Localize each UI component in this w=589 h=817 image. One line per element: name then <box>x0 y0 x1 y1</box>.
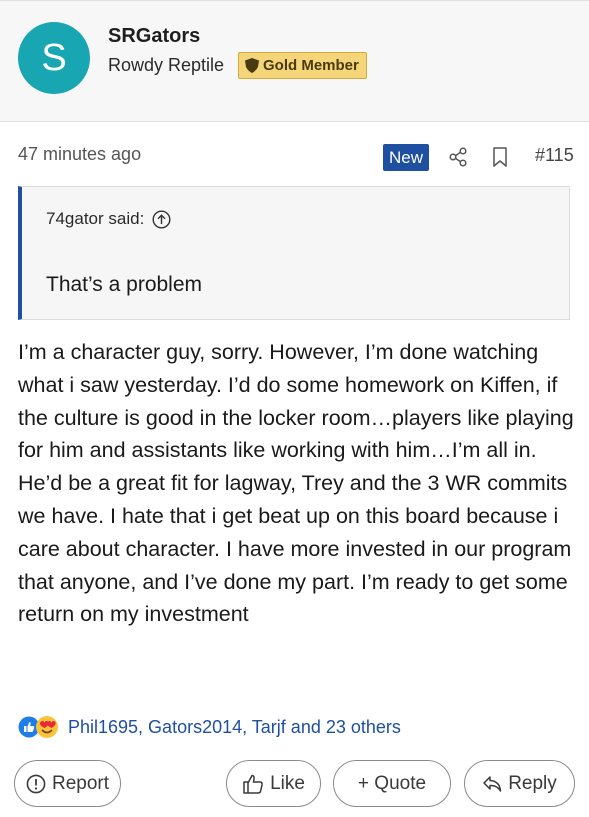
thumbs-up-icon <box>243 774 263 794</box>
arrow-up-circle-icon[interactable] <box>152 209 171 229</box>
alert-circle-icon <box>26 774 46 793</box>
quote-attribution[interactable]: 74gator said: <box>46 209 171 229</box>
gold-member-badge: Gold Member <box>238 52 367 79</box>
quote-author[interactable]: 74gator said: <box>46 209 144 229</box>
like-button[interactable]: Like <box>226 760 321 807</box>
avatar[interactable]: S <box>18 22 90 94</box>
reply-arrow-icon <box>483 775 502 792</box>
reaction-summary-link[interactable]: Phil1695, Gators2014, Tarjf and 23 other… <box>68 717 401 738</box>
quote-label: + Quote <box>357 772 427 794</box>
post-number-link[interactable]: #115 <box>535 145 574 166</box>
quote-block: 74gator said: That’s a problem <box>18 186 570 320</box>
new-badge: New <box>383 144 430 171</box>
bookmark-icon[interactable] <box>492 147 508 167</box>
report-label: Report <box>51 772 110 794</box>
share-icon[interactable] <box>448 147 468 167</box>
love-reaction-icon <box>36 716 58 738</box>
quote-text: That’s a problem <box>46 273 203 296</box>
reactions-bar[interactable]: Phil1695, Gators2014, Tarjf and 23 other… <box>18 712 401 742</box>
like-label: Like <box>270 772 305 794</box>
reaction-icons <box>18 714 68 740</box>
reply-label: Reply <box>508 772 557 794</box>
post-user-header: S SRGators Rowdy Reptile Gold Member <box>0 0 589 122</box>
post-body: I’m a character guy, sorry. However, I’m… <box>18 340 574 627</box>
username-link[interactable]: SRGators <box>108 25 200 48</box>
shield-icon <box>245 58 259 73</box>
badge-label: Gold Member <box>263 57 359 74</box>
reply-button[interactable]: Reply <box>464 760 575 807</box>
user-title: Rowdy Reptile <box>108 55 225 75</box>
quote-button[interactable]: + Quote <box>333 760 451 807</box>
report-button[interactable]: Report <box>14 760 121 807</box>
post-timestamp[interactable]: 47 minutes ago <box>18 144 141 165</box>
post-meta-bar: 47 minutes ago New #115 <box>18 140 574 174</box>
